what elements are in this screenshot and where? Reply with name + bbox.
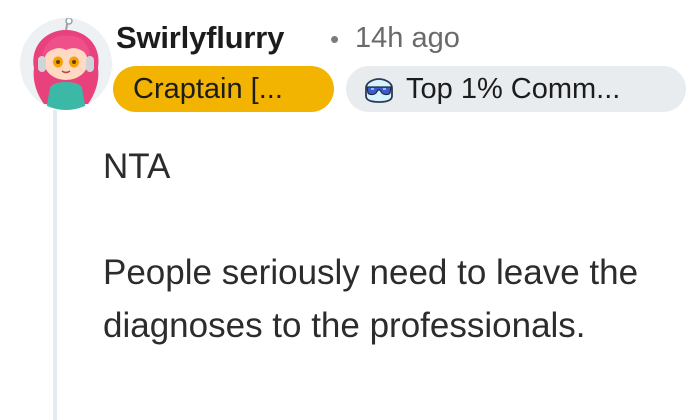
avatar[interactable] [20,18,112,110]
username[interactable]: Swirlyflurry [116,20,284,56]
sunglasses-badge-icon [362,74,396,104]
thread-line[interactable] [53,110,57,420]
user-flair[interactable]: Craptain [... [113,66,334,112]
achievement-badge[interactable]: Top 1% Comm... [346,66,686,112]
badge-label: Top 1% Comm... [406,72,621,105]
comment-body: NTA People seriously need to leave the d… [103,140,683,352]
comment-card: Swirlyflurry • 14h ago Craptain [... Top… [0,0,700,420]
meta-separator: • [330,24,340,54]
snoo-avatar-icon [20,18,112,110]
timestamp[interactable]: 14h ago [355,22,460,55]
comment-paragraph: People seriously need to leave the diagn… [103,253,639,345]
comment-paragraph: NTA [103,147,171,186]
